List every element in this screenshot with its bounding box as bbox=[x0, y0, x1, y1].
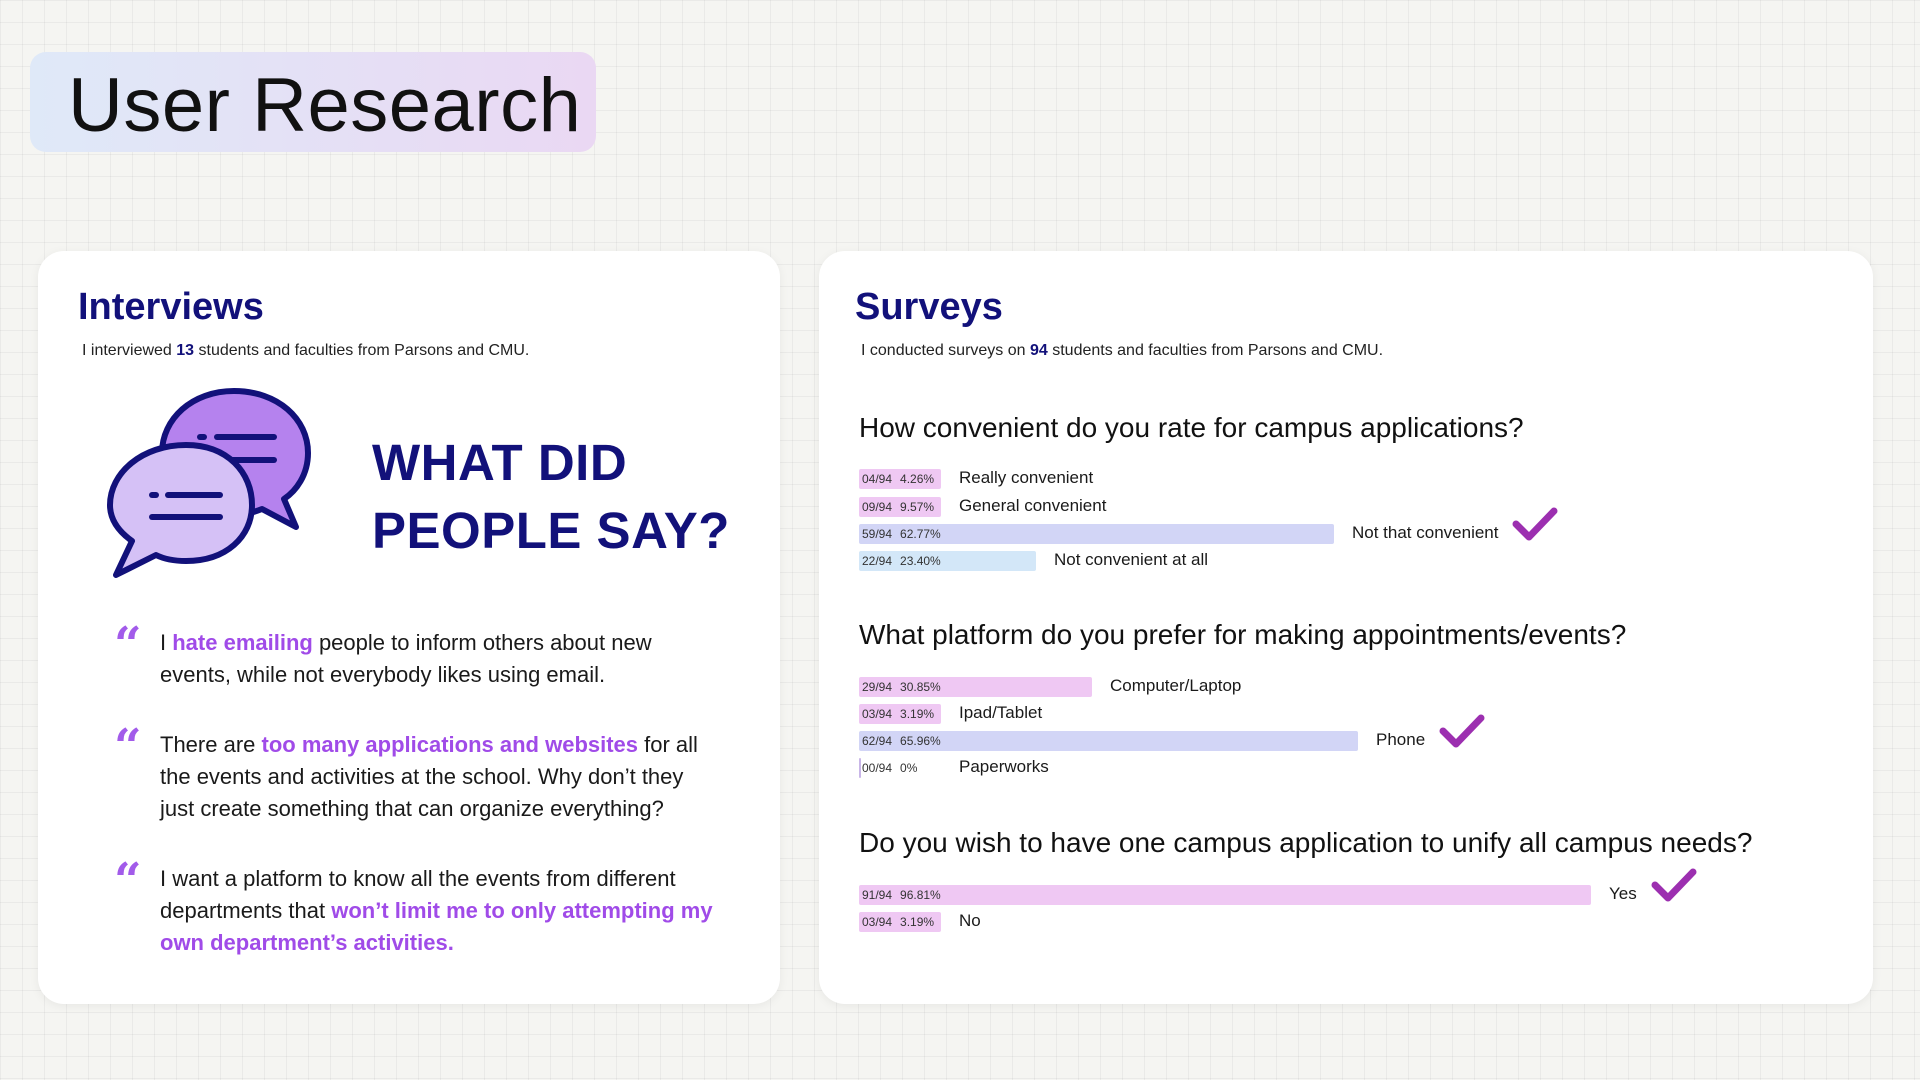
survey-bar-stat: 29/94 30.85% bbox=[862, 680, 941, 694]
headline-line-1: WHAT DID bbox=[372, 434, 628, 491]
survey-bar-stat: 03/94 3.19% bbox=[862, 915, 934, 929]
survey-count: 29/94 bbox=[862, 680, 893, 694]
survey-question-2: What platform do you prefer for making a… bbox=[859, 619, 1627, 650]
checkmark-icon bbox=[1651, 868, 1697, 902]
survey-option-label: General convenient bbox=[959, 496, 1107, 515]
survey-count: 09/94 bbox=[862, 500, 893, 514]
survey-count: 22/94 bbox=[862, 554, 893, 568]
survey-count: 00/94 bbox=[862, 761, 893, 775]
interviews-count: 13 bbox=[176, 342, 195, 359]
survey-question-1: How convenient do you rate for campus ap… bbox=[859, 412, 1524, 443]
survey-count: 91/94 bbox=[862, 888, 893, 902]
survey-count: 59/94 bbox=[862, 527, 893, 541]
survey-option-label: Yes bbox=[1609, 884, 1637, 903]
survey-count: 62/94 bbox=[862, 734, 893, 748]
surveys-count: 94 bbox=[1029, 342, 1048, 359]
quote-text-pre: I bbox=[160, 630, 173, 655]
checkmark-icon bbox=[1439, 714, 1485, 748]
survey-option-label: Not convenient at all bbox=[1054, 550, 1209, 569]
survey-count: 03/94 bbox=[862, 915, 893, 929]
checkmark-icon bbox=[1512, 507, 1558, 541]
interviews-sub-pre: I interviewed bbox=[82, 342, 177, 359]
survey-option-label: No bbox=[959, 911, 981, 930]
what-did-people-say-headline: WHAT DID PEOPLE SAY? bbox=[372, 429, 730, 565]
page-title: User Research bbox=[68, 63, 582, 148]
quote-highlight: too many applications and websites bbox=[261, 732, 639, 757]
survey-option-label: Really convenient bbox=[959, 468, 1094, 487]
survey-bar bbox=[859, 758, 861, 778]
survey-percent: 4.26% bbox=[900, 472, 935, 486]
survey-percent: 0% bbox=[900, 761, 918, 775]
survey-percent: 30.85% bbox=[900, 680, 941, 694]
survey-bar-stat: 00/94 0% bbox=[862, 761, 917, 775]
surveys-subtitle: I conducted surveys on 94 students and f… bbox=[861, 342, 1383, 360]
surveys-sub-pre: I conducted surveys on bbox=[861, 342, 1030, 359]
survey-bar-stat: 04/94 4.26% bbox=[862, 472, 934, 486]
headline-line-2: PEOPLE SAY? bbox=[372, 502, 730, 559]
interviews-card: Interviews I interviewed 13 students and… bbox=[38, 251, 780, 1004]
survey-percent: 3.19% bbox=[900, 707, 935, 721]
survey-option-label: Ipad/Tablet bbox=[959, 703, 1043, 722]
survey-bar-stat: 03/94 3.19% bbox=[862, 707, 934, 721]
survey-percent: 65.96% bbox=[900, 734, 941, 748]
interviews-sub-post: students and faculties from Parsons and … bbox=[194, 342, 530, 359]
survey-option-label: Paperworks bbox=[959, 757, 1049, 776]
quote-text: There are too many applications and webs… bbox=[160, 729, 720, 825]
chat-bubbles-icon bbox=[107, 388, 311, 578]
survey-option-label: Not that convenient bbox=[1352, 523, 1499, 542]
survey-bar-stat: 59/94 62.77% bbox=[862, 527, 941, 541]
quote-mark-icon: “ bbox=[114, 719, 142, 775]
survey-percent: 3.19% bbox=[900, 915, 935, 929]
survey-percent: 62.77% bbox=[900, 527, 941, 541]
quote-mark-icon: “ bbox=[114, 853, 142, 909]
survey-option-label: Phone bbox=[1376, 730, 1426, 749]
survey-bar-stat: 91/94 96.81% bbox=[862, 888, 941, 902]
survey-bar bbox=[859, 885, 1591, 905]
survey-percent: 9.57% bbox=[900, 500, 935, 514]
page-title-banner: User Research bbox=[30, 52, 596, 152]
survey-bar-stat: 22/94 23.40% bbox=[862, 554, 941, 568]
survey-bar-stat: 09/94 9.57% bbox=[862, 500, 934, 514]
quote-text: I hate emailing people to inform others … bbox=[160, 627, 720, 691]
survey-question-3: Do you wish to have one campus applicati… bbox=[859, 827, 1753, 858]
survey-percent: 23.40% bbox=[900, 554, 941, 568]
quote-mark-icon: “ bbox=[114, 617, 142, 673]
survey-count: 03/94 bbox=[862, 707, 893, 721]
interviews-subtitle: I interviewed 13 students and faculties … bbox=[82, 342, 529, 360]
quote-text-pre: There are bbox=[160, 732, 262, 757]
survey-count: 04/94 bbox=[862, 472, 893, 486]
quote-highlight: hate emailing bbox=[172, 630, 313, 655]
interviews-title: Interviews bbox=[78, 286, 264, 328]
surveys-sub-post: students and faculties from Parsons and … bbox=[1047, 342, 1384, 359]
surveys-card: Surveys I conducted surveys on 94 studen… bbox=[819, 251, 1873, 1004]
survey-bar-stat: 62/94 65.96% bbox=[862, 734, 941, 748]
survey-option-label: Computer/Laptop bbox=[1110, 676, 1242, 695]
quote-text: I want a platform to know all the events… bbox=[160, 863, 720, 959]
survey-percent: 96.81% bbox=[900, 888, 941, 902]
surveys-title: Surveys bbox=[855, 286, 1003, 328]
